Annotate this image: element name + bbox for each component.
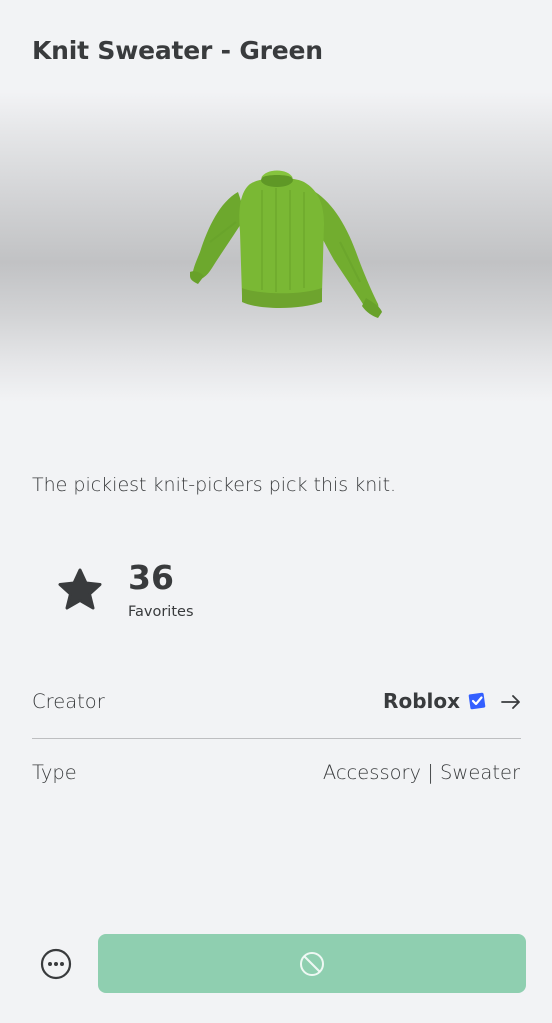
type-value: Accessory | Sweater bbox=[322, 761, 520, 784]
prohibited-icon bbox=[300, 951, 324, 976]
creator-label: Creator bbox=[32, 690, 105, 713]
favorites-count: 36 bbox=[128, 558, 174, 597]
divider bbox=[32, 738, 521, 739]
item-title: Knit Sweater - Green bbox=[32, 36, 323, 65]
more-options-icon bbox=[40, 948, 72, 980]
more-options-button[interactable] bbox=[39, 947, 73, 981]
creator-name-link[interactable]: Roblox bbox=[383, 689, 460, 713]
sweater-image bbox=[190, 170, 382, 318]
star-icon bbox=[58, 568, 102, 610]
item-description: The pickiest knit-pickers pick this knit… bbox=[32, 474, 397, 496]
verified-badge-icon bbox=[468, 692, 486, 710]
buy-button[interactable] bbox=[98, 934, 526, 993]
type-label: Type bbox=[32, 761, 77, 784]
item-preview[interactable] bbox=[0, 92, 552, 402]
favorites-label: Favorites bbox=[128, 604, 194, 620]
arrow-right-icon[interactable] bbox=[500, 694, 522, 710]
